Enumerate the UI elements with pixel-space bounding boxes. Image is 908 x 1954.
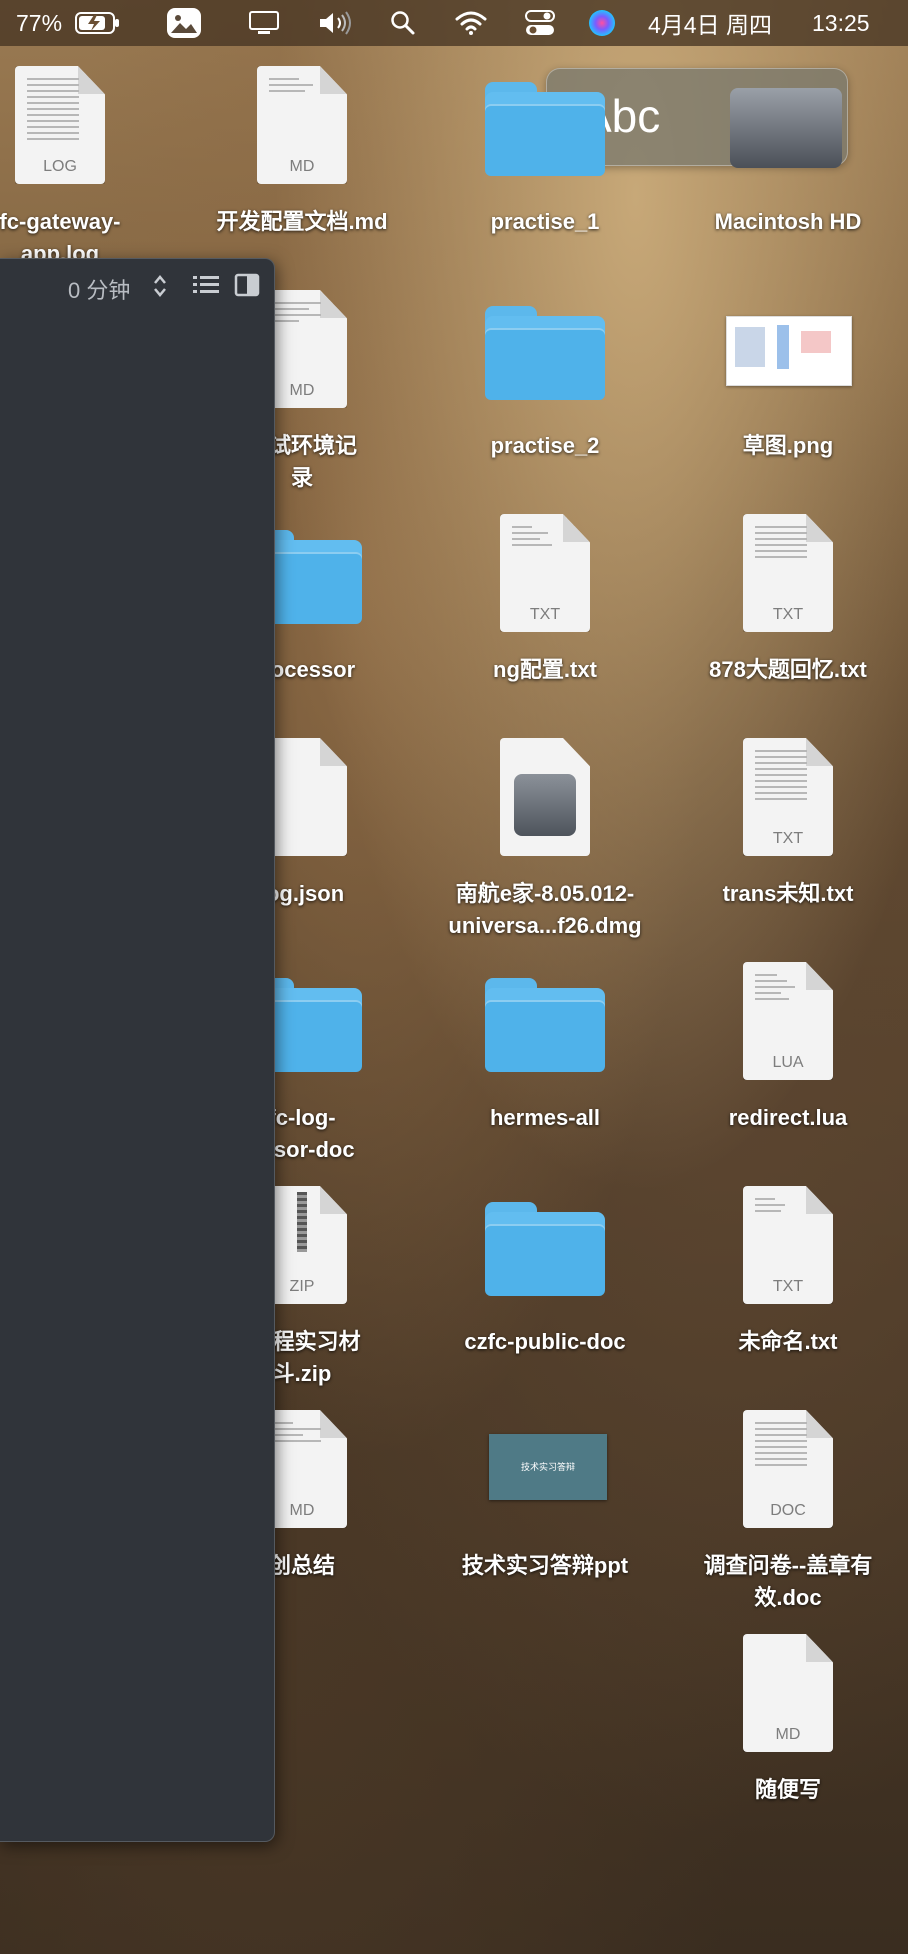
image-thumbnail-icon: [668, 290, 908, 414]
text-file-icon: TXT: [668, 1186, 908, 1310]
icon-label-line2: 效.doc: [754, 1585, 822, 1610]
text-file-icon: TXT: [668, 738, 908, 862]
date-text: 4月4日 周四: [648, 12, 772, 38]
presentation-thumbnail-icon: 技术实习答辩: [425, 1410, 665, 1534]
file-ext: LOG: [43, 158, 77, 175]
file-ext: TXT: [772, 830, 804, 847]
icon-label: redirect.lua: [728, 1105, 848, 1130]
menu-bar: 77% 4月4日 周四 13:25: [0, 0, 908, 46]
file-ext: TXT: [772, 1278, 804, 1295]
icon-label: fc-gateway-: [0, 209, 121, 234]
markdown-file-icon: MD: [182, 66, 422, 190]
icon-label: 开发配置文档.md: [216, 209, 388, 234]
file-ext: DOC: [770, 1502, 806, 1519]
finder-toolbar: 0 分钟: [0, 259, 274, 315]
icon-label: 草图.png: [742, 433, 834, 458]
icon-label: hermes-all: [489, 1105, 601, 1130]
sort-by-label[interactable]: 0 分钟: [68, 273, 130, 305]
file-ext: TXT: [772, 606, 804, 623]
volume-icon[interactable]: [316, 0, 356, 46]
markdown-file-icon: MD: [668, 1634, 908, 1758]
hard-drive-icon: [668, 66, 908, 190]
slide-title: 技术实习答辩: [489, 1434, 607, 1500]
folder-icon: [425, 1186, 665, 1310]
icon-label: practise_1: [490, 209, 600, 234]
file-ext: TXT: [529, 606, 561, 623]
icon-label: Macintosh HD: [714, 209, 862, 234]
search-icon[interactable]: [388, 0, 418, 46]
disk-image-icon: [425, 738, 665, 862]
text-file-icon: TXT: [425, 514, 665, 638]
clock-display[interactable]: 13:25: [812, 0, 870, 46]
icon-label: 878大题回忆.txt: [709, 657, 867, 682]
photos-icon[interactable]: [164, 0, 204, 46]
finder-window[interactable]: 0 分钟: [0, 258, 275, 1842]
folder-icon: [425, 962, 665, 1086]
time-text: 13:25: [812, 9, 870, 36]
sidebar-toggle-icon[interactable]: [234, 273, 260, 303]
icon-label: 未命名.txt: [738, 1329, 838, 1354]
icon-label: czfc-public-doc: [464, 1329, 626, 1354]
battery-text: 77%: [16, 9, 63, 36]
icon-label: trans未知.txt: [722, 881, 854, 906]
icon-label: 调查问卷--盖章有: [703, 1553, 873, 1578]
file-ext: MD: [775, 1726, 801, 1743]
folder-icon: [425, 66, 665, 190]
file-ext: LUA: [772, 1054, 804, 1071]
control-center-icon[interactable]: [522, 0, 558, 46]
icon-label-line2: universa...f26.dmg: [448, 913, 642, 938]
icon-label: ng配置.txt: [493, 657, 597, 682]
icon-label: 随便写: [754, 1777, 821, 1802]
icon-label: 南航e家-8.05.012-: [455, 881, 635, 906]
wifi-icon[interactable]: [454, 0, 488, 46]
date-display[interactable]: 4月4日 周四: [648, 0, 772, 46]
list-view-icon[interactable]: [192, 273, 220, 303]
word-document-icon: DOC: [668, 1410, 908, 1534]
folder-icon: [425, 290, 665, 414]
display-icon[interactable]: [246, 0, 282, 46]
lua-file-icon: LUA: [668, 962, 908, 1086]
icon-label: 技术实习答辩ppt: [461, 1553, 629, 1578]
sort-stepper-icon[interactable]: [152, 273, 168, 305]
battery-icon[interactable]: [74, 0, 122, 46]
log-file-icon: LOG: [0, 66, 180, 190]
file-ext: MD: [289, 158, 315, 175]
icon-label: practise_2: [490, 433, 600, 458]
battery-percent[interactable]: 77%: [16, 0, 62, 46]
text-file-icon: TXT: [668, 514, 908, 638]
siri-icon[interactable]: [586, 0, 618, 46]
